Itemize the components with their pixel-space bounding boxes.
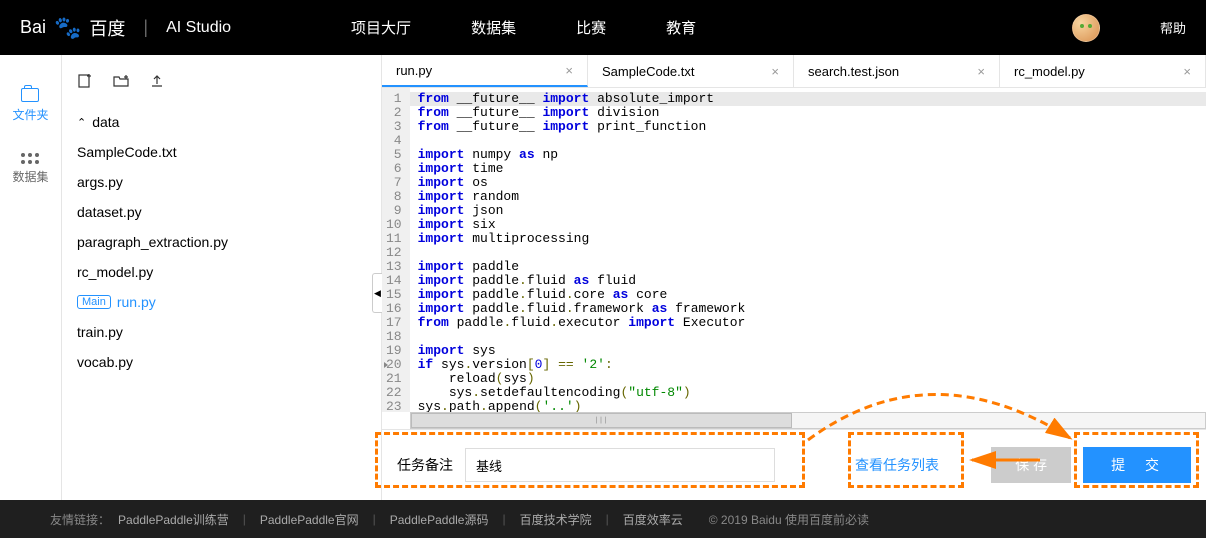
- main-area: 文件夹 数据集 ⌃data SampleCode.txt args.py dat…: [0, 55, 1206, 500]
- footer-link[interactable]: 百度技术学院: [520, 511, 592, 528]
- code-content[interactable]: from __future__ import absolute_importfr…: [410, 88, 1206, 412]
- task-bar: 任务备注 查看任务列表 保 存 提 交: [382, 429, 1206, 500]
- nav-compete[interactable]: 比赛: [576, 17, 606, 38]
- remark-label: 任务备注: [397, 455, 453, 475]
- view-task-list-link[interactable]: 查看任务列表: [855, 455, 939, 475]
- footer-link[interactable]: PaddlePaddle源码: [390, 511, 489, 528]
- file-item[interactable]: SampleCode.txt: [62, 137, 381, 167]
- remark-input[interactable]: [465, 448, 775, 482]
- upload-icon[interactable]: [149, 73, 165, 89]
- line-gutter: 123456789101112131415161718192021222324: [382, 88, 410, 412]
- main-badge: Main: [77, 295, 111, 309]
- sidebar-nav: 文件夹 数据集: [0, 55, 62, 500]
- folder-icon: [21, 88, 39, 102]
- footer-copyright: © 2019 Baidu 使用百度前必读: [709, 511, 869, 528]
- save-button[interactable]: 保 存: [991, 447, 1071, 483]
- file-panel: ⌃data SampleCode.txt args.py dataset.py …: [62, 55, 382, 500]
- logo[interactable]: Bai 🐾 百度 | AI Studio: [20, 15, 231, 41]
- nav-projects[interactable]: 项目大厅: [351, 17, 411, 38]
- file-item[interactable]: train.py: [62, 317, 381, 347]
- file-item[interactable]: paragraph_extraction.py: [62, 227, 381, 257]
- tab-samplecode[interactable]: SampleCode.txt×: [588, 55, 794, 87]
- new-folder-icon[interactable]: [113, 73, 129, 89]
- footer-label: 友情链接：: [50, 511, 110, 528]
- horizontal-scrollbar[interactable]: ∣∣∣: [410, 412, 1206, 429]
- paw-icon: 🐾: [54, 15, 81, 41]
- nav-edu[interactable]: 教育: [666, 17, 696, 38]
- new-file-icon[interactable]: [77, 73, 93, 89]
- file-item[interactable]: rc_model.py: [62, 257, 381, 287]
- nav-help[interactable]: 帮助: [1160, 18, 1186, 37]
- editor-tabs: run.py× SampleCode.txt× search.test.json…: [382, 55, 1206, 88]
- top-bar: Bai 🐾 百度 | AI Studio 项目大厅 数据集 比赛 教育 帮助: [0, 0, 1206, 55]
- folder-data[interactable]: ⌃data: [62, 107, 381, 137]
- nav-datasets[interactable]: 数据集: [471, 17, 516, 38]
- footer-link[interactable]: PaddlePaddle训练营: [118, 511, 229, 528]
- collapse-handle[interactable]: ◀: [372, 273, 382, 313]
- footer-link[interactable]: 百度效率云: [623, 511, 683, 528]
- tab-rcmodel[interactable]: rc_model.py×: [1000, 55, 1206, 87]
- file-item[interactable]: args.py: [62, 167, 381, 197]
- avatar[interactable]: [1072, 14, 1100, 42]
- sidebar-dataset[interactable]: 数据集: [12, 145, 48, 201]
- code-editor[interactable]: 123456789101112131415161718192021222324 …: [382, 88, 1206, 412]
- file-run-py[interactable]: Main run.py: [62, 287, 381, 317]
- logo-cn: 百度: [89, 15, 125, 41]
- sidebar-files-label: 文件夹: [12, 106, 48, 123]
- footer: 友情链接： PaddlePaddle训练营| PaddlePaddle官网| P…: [0, 500, 1206, 538]
- close-icon[interactable]: ×: [1183, 64, 1191, 79]
- submit-button[interactable]: 提 交: [1083, 447, 1191, 483]
- footer-link[interactable]: PaddlePaddle官网: [260, 511, 359, 528]
- file-tree: ⌃data SampleCode.txt args.py dataset.py …: [62, 107, 381, 377]
- file-item[interactable]: vocab.py: [62, 347, 381, 377]
- dots-icon: [21, 153, 39, 164]
- logo-sep: |: [143, 17, 148, 38]
- tab-search-json[interactable]: search.test.json×: [794, 55, 1000, 87]
- chevron-down-icon: ⌃: [77, 116, 86, 129]
- tab-run-py[interactable]: run.py×: [382, 55, 588, 87]
- logo-studio: AI Studio: [166, 19, 231, 37]
- close-icon[interactable]: ×: [565, 63, 573, 78]
- sidebar-dataset-label: 数据集: [12, 168, 48, 185]
- file-item[interactable]: dataset.py: [62, 197, 381, 227]
- logo-text: Bai: [20, 17, 46, 38]
- editor-area: run.py× SampleCode.txt× search.test.json…: [382, 55, 1206, 500]
- sidebar-files[interactable]: 文件夹: [12, 80, 48, 139]
- close-icon[interactable]: ×: [977, 64, 985, 79]
- close-icon[interactable]: ×: [771, 64, 779, 79]
- main-nav: 项目大厅 数据集 比赛 教育: [351, 17, 696, 38]
- file-toolbar: [62, 73, 381, 89]
